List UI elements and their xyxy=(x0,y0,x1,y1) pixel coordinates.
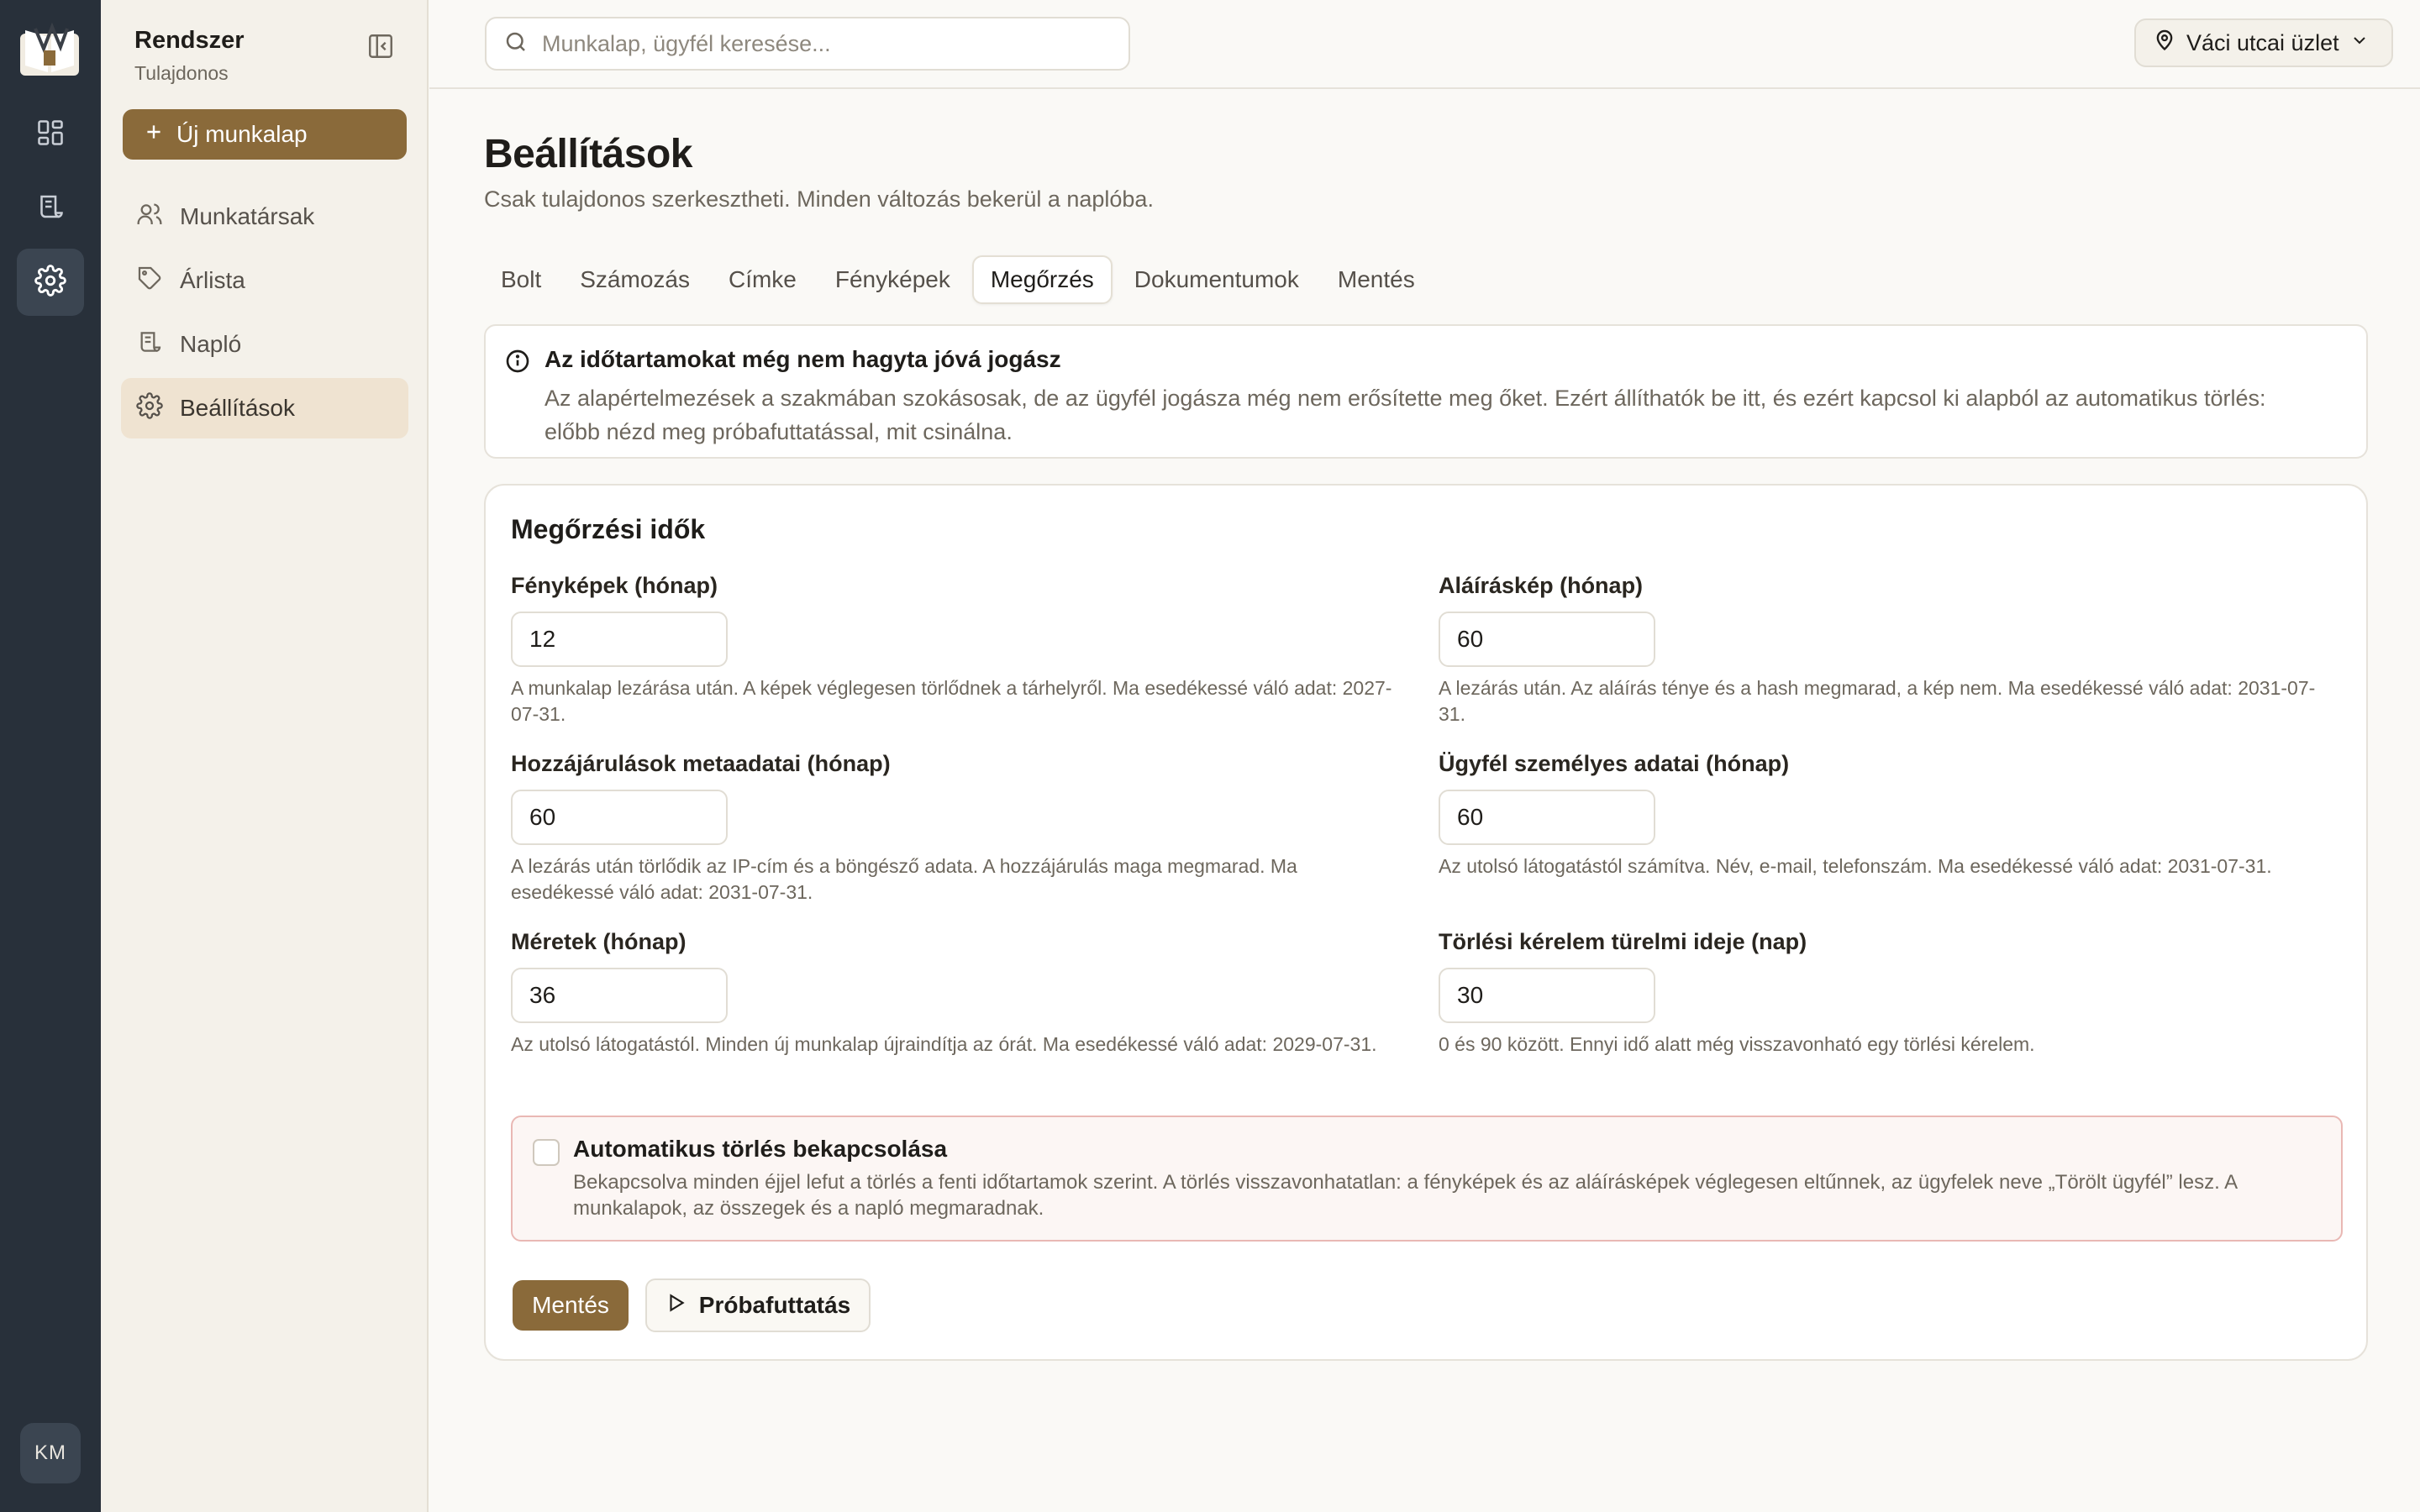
field-help: 0 és 90 között. Ennyi idő alatt még viss… xyxy=(1439,1033,2035,1055)
field-photos: Fényképek (hónap) A munkalap lezárása ut… xyxy=(511,573,1402,727)
top-bar: Váci utcai üzlet xyxy=(429,0,2420,89)
client-data-months-input[interactable] xyxy=(1439,790,1655,845)
info-icon xyxy=(504,348,531,379)
tab-megorzes[interactable]: Megőrzés xyxy=(971,255,1113,304)
tab-szamozas[interactable]: Számozás xyxy=(563,255,707,304)
photos-months-input[interactable] xyxy=(511,612,728,667)
signature-months-input[interactable] xyxy=(1439,612,1655,667)
sidebar-nav: Munkatársak Árlista Napló Beállítások xyxy=(121,186,408,442)
field-deletion-grace: Törlési kérelem türelmi ideje (nap) 0 és… xyxy=(1439,929,2329,1058)
tab-fenykepek[interactable]: Fényképek xyxy=(818,255,967,304)
new-worksheet-label: Új munkalap xyxy=(176,121,308,147)
settings-icon xyxy=(34,264,66,301)
gear-icon xyxy=(136,391,163,425)
search-box[interactable] xyxy=(485,17,1130,71)
auto-delete-box: Automatikus törlés bekapcsolása Bekapcso… xyxy=(511,1116,2343,1242)
field-label: Fényképek (hónap) xyxy=(511,573,718,598)
notice-title: Az időtartamokat még nem hagyta jóvá jog… xyxy=(544,346,1061,372)
sidebar-subtitle: Tulajdonos xyxy=(134,62,229,84)
field-consent-metadata: Hozzájárulások metaadatai (hónap) A lezá… xyxy=(511,751,1402,906)
plus-icon xyxy=(143,121,165,149)
field-help: A munkalap lezárása után. A képek végleg… xyxy=(511,677,1392,725)
new-worksheet-button[interactable]: Új munkalap xyxy=(123,109,407,160)
retention-title: Megőrzési idők xyxy=(511,514,706,544)
sidebar: Rendszer Tulajdonos Új munkalap Munkatár… xyxy=(101,0,429,1512)
user-avatar[interactable]: KM xyxy=(20,1423,81,1483)
field-client-personal-data: Ügyfél személyes adatai (hónap) Az utols… xyxy=(1439,751,2329,879)
tab-dokumentumok[interactable]: Dokumentumok xyxy=(1118,255,1316,304)
tab-bolt[interactable]: Bolt xyxy=(484,255,558,304)
dry-run-button[interactable]: Próbafuttatás xyxy=(645,1278,871,1332)
auto-delete-checkbox[interactable] xyxy=(533,1139,560,1166)
dry-run-label: Próbafuttatás xyxy=(698,1292,851,1318)
field-label: Méretek (hónap) xyxy=(511,929,687,954)
icon-rail: KM xyxy=(0,0,101,1512)
sidebar-item-label: Munkatársak xyxy=(180,203,315,229)
search-icon xyxy=(503,29,529,59)
deletion-grace-days-input[interactable] xyxy=(1439,968,1655,1023)
tab-mentes[interactable]: Mentés xyxy=(1321,255,1432,304)
page-subtitle: Csak tulajdonos szerkesztheti. Minden vá… xyxy=(484,186,1154,212)
users-icon xyxy=(136,201,163,234)
store-selector[interactable]: Váci utcai üzlet xyxy=(2134,18,2393,67)
retention-card: Megőrzési idők Fényképek (hónap) A munka… xyxy=(484,484,2368,1361)
dashboard-icon xyxy=(35,118,66,152)
sidebar-title: Rendszer xyxy=(134,27,245,54)
field-label: Törlési kérelem türelmi ideje (nap) xyxy=(1439,929,1807,954)
field-help: Az utolsó látogatástól. Minden új munkal… xyxy=(511,1033,1377,1055)
worksheets-icon xyxy=(35,192,66,226)
consent-metadata-months-input[interactable] xyxy=(511,790,728,845)
auto-delete-body: Bekapcsolva minden éjjel lefut a törlés … xyxy=(573,1171,2237,1220)
search-input[interactable] xyxy=(540,29,1112,58)
sidebar-item-arlista[interactable]: Árlista xyxy=(121,250,408,311)
tag-icon xyxy=(136,265,163,297)
sidebar-item-label: Árlista xyxy=(180,267,245,293)
field-label: Hozzájárulások metaadatai (hónap) xyxy=(511,751,891,776)
notice-body: Az alapértelmezések a szakmában szokásos… xyxy=(544,386,2266,444)
sidebar-collapse-icon[interactable] xyxy=(366,32,395,60)
rail-dashboard-button[interactable] xyxy=(17,101,84,168)
play-icon xyxy=(666,1292,687,1320)
tab-cimke[interactable]: Címke xyxy=(712,255,813,304)
sidebar-item-beallitasok[interactable]: Beállítások xyxy=(121,378,408,438)
field-label: Ügyfél személyes adatai (hónap) xyxy=(1439,751,1790,776)
scroll-icon xyxy=(136,328,163,361)
field-help: A lezárás után törlődik az IP-cím és a b… xyxy=(511,855,1297,903)
field-signature: Aláíráskép (hónap) A lezárás után. Az al… xyxy=(1439,573,2329,727)
chevron-down-icon xyxy=(2349,30,2370,56)
map-pin-icon xyxy=(2153,29,2176,58)
field-help: A lezárás után. Az aláírás ténye és a ha… xyxy=(1439,677,2316,725)
field-label: Aláíráskép (hónap) xyxy=(1439,573,1644,598)
measurements-months-input[interactable] xyxy=(511,968,728,1023)
sidebar-item-label: Beállítások xyxy=(180,395,295,421)
settings-tabs: Bolt Számozás Címke Fényképek Megőrzés D… xyxy=(484,255,1432,304)
auto-delete-title: Automatikus törlés bekapcsolása xyxy=(573,1136,948,1162)
sidebar-item-label: Napló xyxy=(180,331,242,357)
page-title: Beállítások xyxy=(484,132,692,176)
save-button[interactable]: Mentés xyxy=(513,1280,629,1331)
sidebar-item-naplo[interactable]: Napló xyxy=(121,314,408,375)
store-selector-label: Váci utcai üzlet xyxy=(2186,29,2339,55)
legal-notice: Az időtartamokat még nem hagyta jóvá jog… xyxy=(484,324,2368,459)
rail-worksheets-button[interactable] xyxy=(17,175,84,242)
rail-settings-button[interactable] xyxy=(17,249,84,316)
app-logo-icon[interactable] xyxy=(18,22,81,77)
sidebar-item-munkatarsak[interactable]: Munkatársak xyxy=(121,186,408,247)
field-measurements: Méretek (hónap) Az utolsó látogatástól. … xyxy=(511,929,1402,1058)
field-help: Az utolsó látogatástól számítva. Név, e-… xyxy=(1439,855,2272,877)
